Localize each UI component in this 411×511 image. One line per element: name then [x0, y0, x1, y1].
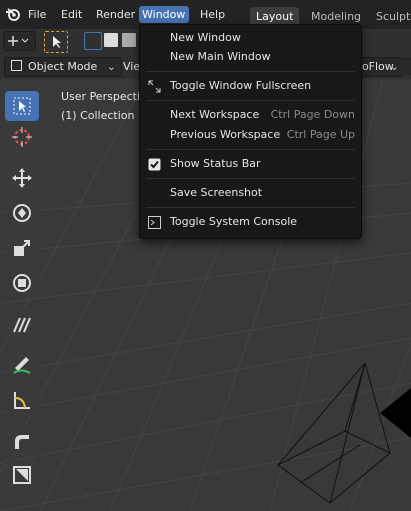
blender-logo-icon[interactable] [5, 6, 21, 22]
tool-add-cube[interactable] [5, 460, 39, 490]
chevron-down-icon: ⌄ [106, 60, 116, 73]
menu-item-new-window[interactable]: New Window [140, 28, 361, 48]
select-mode-new-button[interactable] [84, 32, 102, 50]
next-workspace-shortcut: Ctrl Page Down [270, 108, 355, 121]
select-mode-extend-button[interactable] [104, 33, 118, 47]
tool-measure[interactable] [5, 385, 39, 415]
tool-move[interactable] [5, 163, 39, 193]
menu-item-save-screenshot[interactable]: Save Screenshot [140, 183, 361, 203]
window-menu: New Window New Main Window Toggle Window… [139, 24, 362, 239]
show-status-bar-label: Show Status Bar [170, 157, 261, 170]
tool-bevel[interactable] [5, 426, 39, 456]
menu-item-toggle-system-console[interactable]: Toggle System Console [140, 212, 361, 232]
move-icon [12, 168, 32, 188]
previous-workspace-shortcut: Ctrl Page Up [286, 128, 355, 141]
menu-edit[interactable]: Edit [56, 6, 87, 23]
tool-rotate[interactable] [5, 198, 39, 228]
annotate-icon [13, 317, 31, 333]
view-menu[interactable]: Vie [123, 60, 140, 73]
scale-icon [14, 240, 30, 256]
tool-transform[interactable] [5, 268, 39, 298]
orientation-selector[interactable] [3, 31, 36, 51]
menu-separator [146, 100, 355, 101]
menu-item-previous-workspace[interactable]: Previous Workspace Ctrl Page Up [140, 125, 361, 145]
cursor-icon [12, 127, 32, 147]
add-cube-icon [13, 466, 31, 484]
previous-workspace-label: Previous Workspace [170, 128, 281, 141]
select-tweak-button[interactable] [44, 31, 68, 53]
bevel-icon [15, 435, 29, 449]
header-extra-button[interactable] [399, 57, 411, 75]
tab-sculpting[interactable]: Sculptin [370, 7, 411, 27]
chevron-down-icon: ⌄ [389, 60, 399, 73]
save-screenshot-label: Save Screenshot [170, 186, 263, 199]
new-main-window-label: New Main Window [170, 50, 271, 63]
measure-icon [14, 392, 30, 409]
fullscreen-icon [148, 80, 161, 93]
transform-icon [13, 274, 31, 292]
menu-item-next-workspace[interactable]: Next Workspace Ctrl Page Down [140, 105, 361, 125]
menu-render[interactable]: Render [91, 6, 140, 23]
toggle-system-console-label: Toggle System Console [170, 215, 298, 228]
tool-cursor[interactable] [5, 122, 39, 152]
toggle-fullscreen-label: Toggle Window Fullscreen [170, 79, 312, 92]
mode-label: Object Mode [28, 60, 98, 73]
menu-item-show-status-bar[interactable]: Show Status Bar [140, 154, 361, 174]
select-mode-subtract-button[interactable] [122, 33, 136, 47]
select-box-icon [13, 97, 31, 115]
object-mode-icon [11, 60, 22, 71]
draw-icon [13, 357, 31, 374]
tool-scale[interactable] [5, 233, 39, 263]
menu-separator [146, 207, 355, 208]
mode-dropdown[interactable]: Object Mode ⌄ [4, 57, 122, 77]
menu-separator [146, 71, 355, 72]
menu-item-new-main-window[interactable]: New Main Window [140, 47, 361, 67]
tool-annotate[interactable] [5, 309, 39, 339]
menu-separator [146, 149, 355, 150]
checkbox-checked-icon[interactable] [148, 158, 161, 171]
tool-select-box[interactable] [5, 91, 39, 121]
menu-help[interactable]: Help [195, 6, 230, 23]
transform-orientation-icon [8, 36, 29, 46]
menu-separator [146, 178, 355, 179]
menu-window[interactable]: Window [139, 6, 189, 23]
new-window-label: New Window [170, 31, 241, 44]
next-workspace-label: Next Workspace [170, 108, 260, 121]
cursor-arrow-icon [53, 36, 61, 48]
menu-file[interactable]: File [23, 6, 51, 23]
rotate-icon [13, 204, 31, 222]
tool-draw[interactable] [5, 350, 39, 380]
console-icon [148, 216, 161, 229]
menu-item-toggle-fullscreen[interactable]: Toggle Window Fullscreen [140, 76, 361, 96]
